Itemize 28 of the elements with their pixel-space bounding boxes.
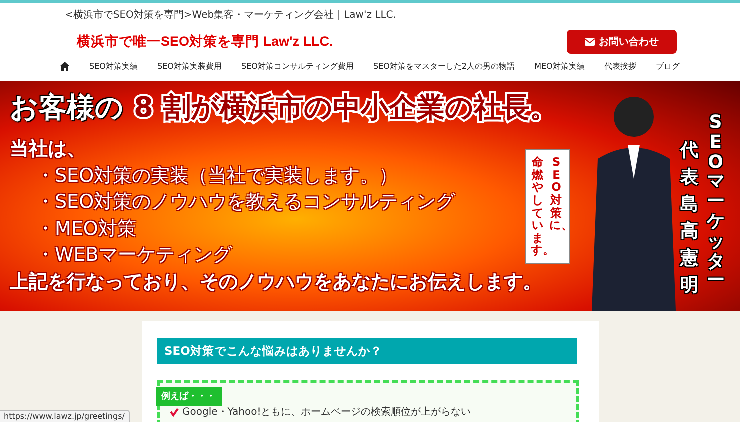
banner-intro: 当社は、 (10, 137, 86, 162)
service-bullet: ・MEO対策 (35, 216, 136, 242)
check-icon (170, 408, 178, 416)
nav-link[interactable]: SEO対策実績 (90, 61, 138, 72)
nav-link[interactable]: MEO対策実績 (534, 61, 585, 72)
status-url: https://www.lawz.jp/greetings/ (4, 412, 125, 421)
site-logo[interactable]: 横浜市で唯一SEO対策を専門 Law'z LLC. (77, 33, 334, 51)
bubble-text: SEO対策に、 (549, 156, 564, 234)
service-bullet: ・WEBマーケティング (35, 243, 232, 268)
nav-link[interactable]: ブログ (656, 61, 680, 72)
example-label: 例えば・・・ (156, 387, 222, 406)
bubble-text: 命燃やしています。 (531, 156, 546, 258)
contact-button[interactable]: お問い合わせ (567, 30, 677, 54)
service-bullet: ・SEO対策の実装（当社で実装します。） (35, 164, 398, 188)
nav-link[interactable]: SEO対策コンサルティング費用 (242, 61, 354, 72)
nav-link[interactable]: 代表挨拶 (604, 61, 636, 72)
site-tagline: <横浜市でSEO対策を専門>Web集客・マーケティング会社｜Law'z LLC. (65, 8, 398, 22)
service-bullet: ・SEO対策のノウハウを教えるコンサルティング (35, 190, 456, 215)
vertical-title: 代表島高憲明 (679, 139, 700, 298)
banner-headline: お客様の 8 割が横浜市の中小企業の社長。 (10, 90, 558, 126)
worry-item: Google・Yahoo!ともに、ホームページの検索順位が上がらない (182, 406, 472, 419)
banner-closing: 上記を行なっており、そのノウハウをあなたにお伝えします。 (10, 270, 542, 294)
envelope-icon (585, 38, 595, 46)
section-heading: SEO対策でこんな悩みはありませんか？ (156, 338, 576, 364)
nav-link[interactable]: SEO対策をマスターした2人の男の物語 (374, 61, 516, 72)
vertical-title: SEOマーケッター (706, 113, 726, 294)
home-icon[interactable] (60, 62, 70, 71)
nav-link[interactable]: SEO対策実装費用 (158, 61, 222, 72)
